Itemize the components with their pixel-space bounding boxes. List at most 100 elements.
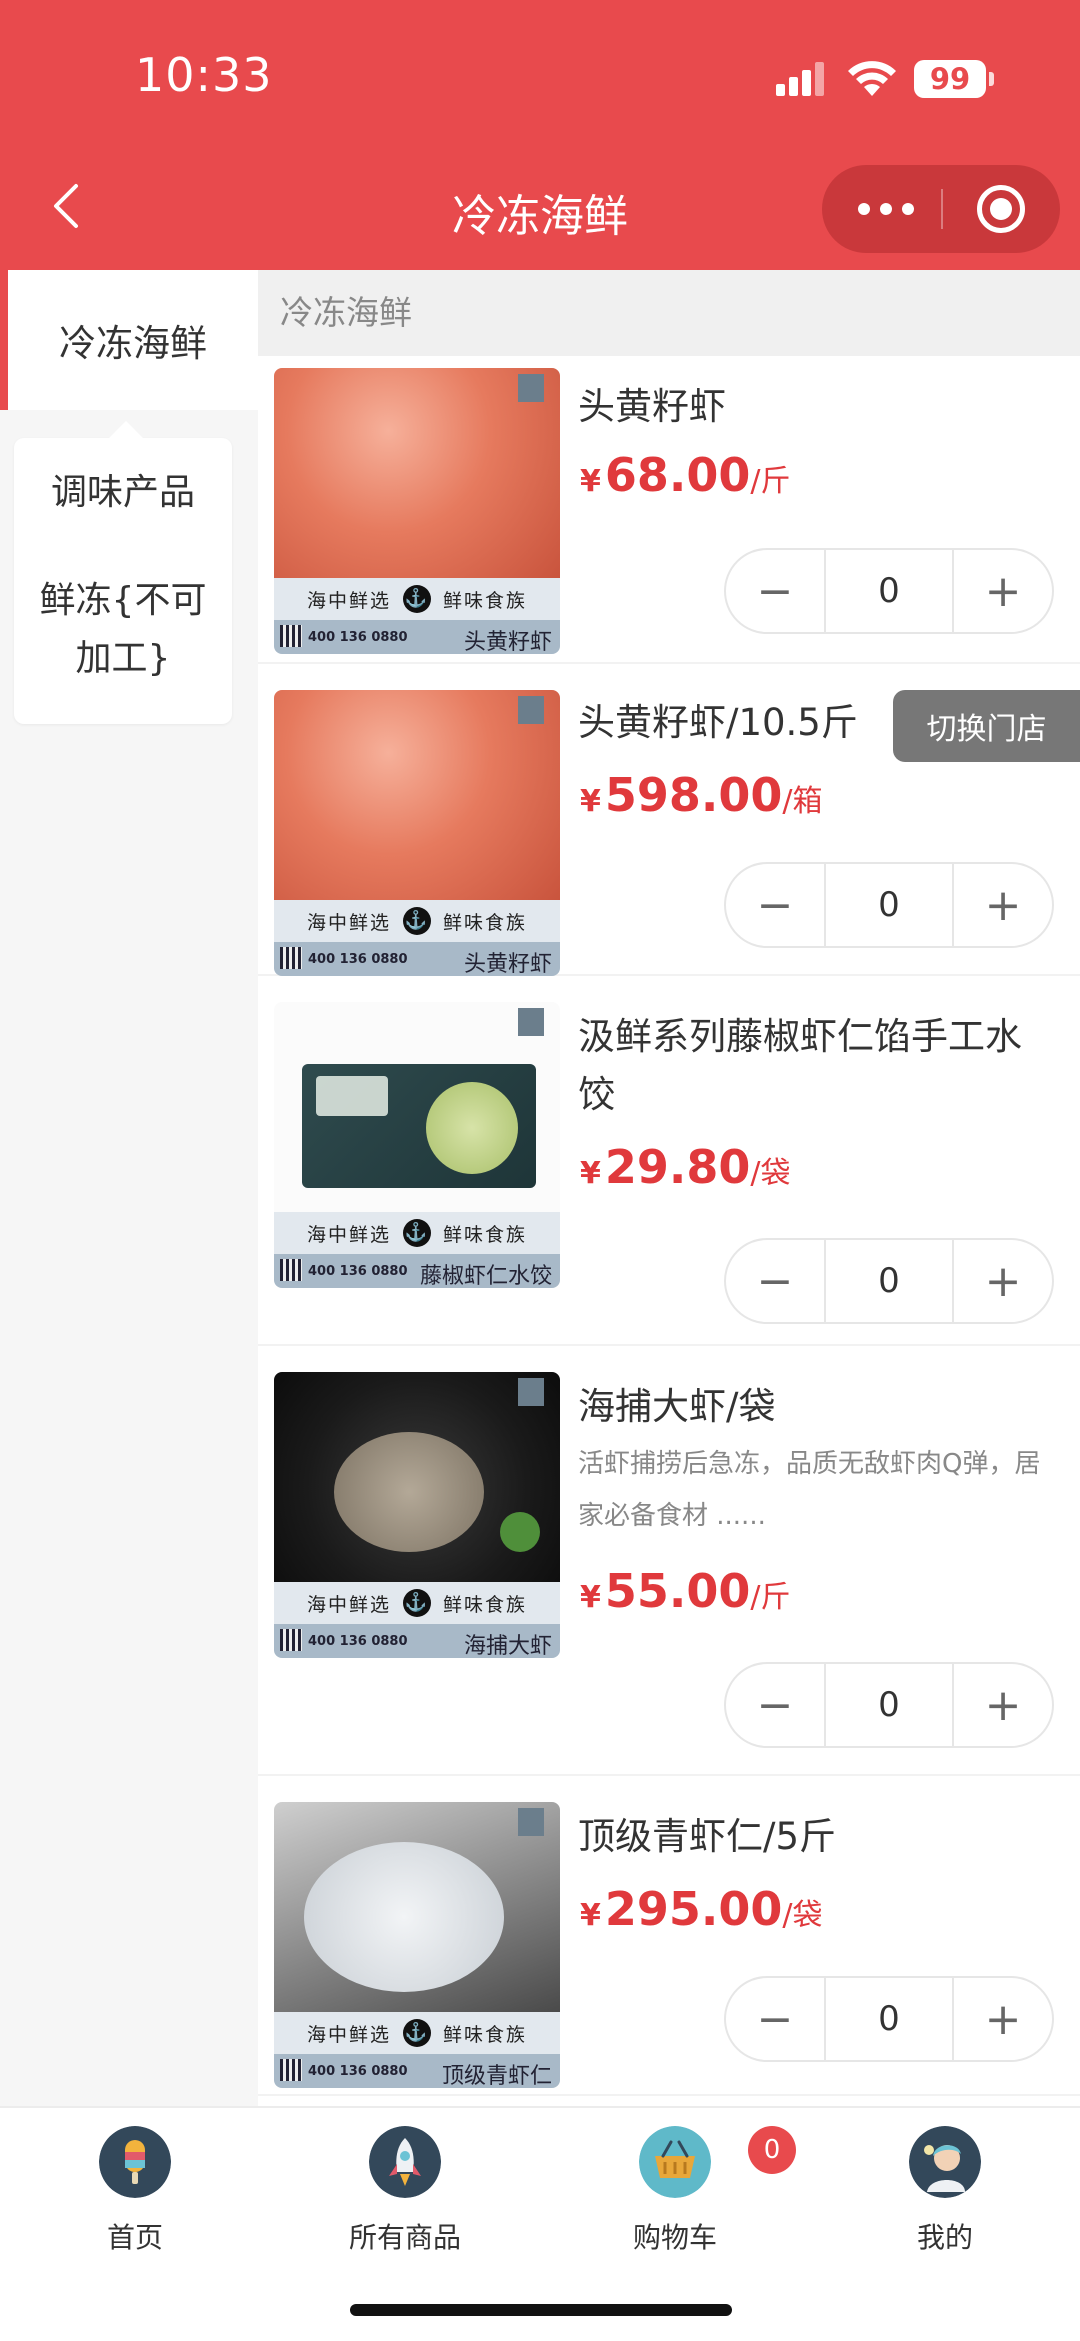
image-caption: 海捕大虾 (463, 1634, 552, 1658)
increase-button[interactable]: + (954, 1978, 1052, 2060)
category-item-frozen-seafood[interactable]: 冷冻海鲜 (0, 270, 258, 410)
qr-code-icon (280, 2059, 302, 2081)
cart-count-badge: 0 (748, 2126, 796, 2174)
battery-indicator: 99 (914, 60, 994, 98)
category-item-fresh-frozen-2[interactable]: 加工} (14, 630, 232, 688)
image-phone: 400 136 0880 (308, 1264, 408, 1279)
home-indicator (350, 2304, 732, 2316)
basket-icon (639, 2126, 711, 2198)
signal-icon (776, 62, 824, 96)
increase-button[interactable]: + (954, 864, 1052, 946)
image-caption: 顶级青虾仁 (441, 2064, 552, 2088)
qr-code-icon (280, 1629, 302, 1651)
product-price: ¥29.80/袋 (580, 1140, 791, 1194)
dumpling-package (302, 1064, 536, 1188)
tab-home[interactable]: 首页 (0, 2126, 270, 2286)
product-image[interactable]: 海中鲜选 ⚓ 鲜味食族 400 136 0880 海捕大虾 (274, 1372, 560, 1658)
tab-label: 购物车 (632, 2221, 717, 2254)
qr-code-icon (280, 947, 302, 969)
image-caption: 头黄籽虾 (463, 630, 552, 654)
product-price: ¥295.00/袋 (580, 1882, 823, 1936)
close-miniprogram-icon[interactable] (977, 185, 1025, 233)
section-title: 冷冻海鲜 (258, 270, 1080, 356)
image-phone: 400 136 0880 (308, 630, 408, 645)
product-image[interactable]: 海中鲜选 ⚓ 鲜味食族 400 136 0880 头黄籽虾 (274, 690, 560, 976)
decrease-button[interactable]: − (726, 1240, 824, 1322)
quantity-value[interactable]: 0 (824, 864, 954, 946)
image-phone: 400 136 0880 (308, 952, 408, 967)
image-banner: 海中鲜选 ⚓ 鲜味食族 (274, 2012, 560, 2054)
product-card[interactable]: 海中鲜选 ⚓ 鲜味食族 400 136 0880 藤椒虾仁水饺 汲鲜系列藤椒虾仁馅手… (258, 976, 1080, 1346)
product-image[interactable]: 海中鲜选 ⚓ 鲜味食族 400 136 0880 顶级青虾仁 (274, 1802, 560, 2088)
image-banner: 海中鲜选 ⚓ 鲜味食族 (274, 1582, 560, 1624)
product-name[interactable]: 顶级青虾仁/5斤 (578, 1808, 1068, 1866)
image-caption: 头黄籽虾 (463, 952, 552, 976)
decrease-button[interactable]: − (726, 1664, 824, 1746)
product-card[interactable]: 海中鲜选 ⚓ 鲜味食族 400 136 0880 头黄籽虾 头黄籽虾 ¥68.00/… (258, 356, 1080, 664)
category-item-seasoning[interactable]: 调味产品 (14, 464, 232, 522)
quantity-value[interactable]: 0 (824, 1664, 954, 1746)
quantity-stepper: − 0 + (724, 548, 1054, 634)
quantity-stepper: − 0 + (724, 1662, 1054, 1748)
more-icon[interactable] (858, 189, 914, 229)
status-time: 10:33 (135, 48, 273, 102)
quantity-stepper: − 0 + (724, 1976, 1054, 2062)
category-sidebar: 冷冻海鲜 调味产品 鲜冻{不可 加工} (0, 270, 258, 2106)
quantity-value[interactable]: 0 (824, 1978, 954, 2060)
tab-label: 所有商品 (348, 2221, 461, 2254)
brand-badge-icon (518, 374, 544, 402)
product-name[interactable]: 汲鲜系列藤椒虾仁馅手工水 饺 (578, 1008, 1068, 1124)
quantity-stepper: − 0 + (724, 862, 1054, 948)
product-price: ¥598.00/箱 (580, 768, 823, 822)
tab-label: 首页 (106, 2221, 163, 2254)
decrease-button[interactable]: − (726, 1978, 824, 2060)
product-price: ¥68.00/斤 (580, 448, 791, 502)
product-name[interactable]: 头黄籽虾 (578, 378, 1068, 436)
qr-code-icon (280, 625, 302, 647)
anchor-icon: ⚓ (403, 907, 431, 935)
tab-all-products[interactable]: 所有商品 (270, 2126, 540, 2286)
user-avatar-icon (909, 2126, 981, 2198)
wifi-icon (848, 61, 896, 96)
tab-label: 我的 (916, 2221, 973, 2254)
image-phone: 400 136 0880 (308, 2064, 408, 2079)
product-card[interactable]: 海中鲜选 ⚓ 鲜味食族 400 136 0880 海捕大虾 海捕大虾/袋 活虾捕捞后… (258, 1346, 1080, 1776)
anchor-icon: ⚓ (403, 2019, 431, 2047)
anchor-icon: ⚓ (403, 1219, 431, 1247)
product-card[interactable]: 海中鲜选 ⚓ 鲜味食族 400 136 0880 顶级青虾仁 顶级青虾仁/5斤 ¥2… (258, 1776, 1080, 2096)
anchor-icon: ⚓ (403, 1589, 431, 1617)
product-price: ¥55.00/斤 (580, 1564, 791, 1618)
miniprogram-capsule (822, 165, 1060, 253)
brand-badge-icon (518, 1808, 544, 1836)
product-name[interactable]: 海捕大虾/袋 (578, 1378, 1068, 1436)
quantity-stepper: − 0 + (724, 1238, 1054, 1324)
image-banner: 海中鲜选 ⚓ 鲜味食族 (274, 900, 560, 942)
quantity-value[interactable]: 0 (824, 1240, 954, 1322)
capsule-divider (941, 189, 943, 229)
category-item-fresh-frozen-1[interactable]: 鲜冻{不可 (14, 572, 232, 630)
increase-button[interactable]: + (954, 1240, 1052, 1322)
rocket-icon (369, 2126, 441, 2198)
brand-badge-icon (518, 1378, 544, 1406)
image-banner: 海中鲜选 ⚓ 鲜味食族 (274, 578, 560, 620)
anchor-icon: ⚓ (403, 585, 431, 613)
image-phone: 400 136 0880 (308, 1634, 408, 1649)
popsicle-icon (99, 2126, 171, 2198)
switch-store-button[interactable]: 切换门店 (893, 690, 1080, 762)
decrease-button[interactable]: − (726, 550, 824, 632)
brand-badge-icon (518, 696, 544, 724)
increase-button[interactable]: + (954, 550, 1052, 632)
product-description: 活虾捕捞后急冻，品质无敌虾肉Q弹，居 家必备食材 ...... (578, 1449, 1041, 1531)
increase-button[interactable]: + (954, 1664, 1052, 1746)
product-image[interactable]: 海中鲜选 ⚓ 鲜味食族 400 136 0880 头黄籽虾 (274, 368, 560, 654)
image-banner: 海中鲜选 ⚓ 鲜味食族 (274, 1212, 560, 1254)
category-list: 调味产品 鲜冻{不可 加工} (14, 438, 232, 724)
qr-code-icon (280, 1259, 302, 1281)
quantity-value[interactable]: 0 (824, 550, 954, 632)
product-image[interactable]: 海中鲜选 ⚓ 鲜味食族 400 136 0880 藤椒虾仁水饺 (274, 1002, 560, 1288)
tab-mine[interactable]: 我的 (810, 2126, 1080, 2286)
header-bar: 10:33 99 冷冻海鲜 (0, 0, 1080, 270)
decrease-button[interactable]: − (726, 864, 824, 946)
brand-badge-icon (518, 1008, 544, 1036)
image-caption: 藤椒虾仁水饺 (419, 1264, 552, 1288)
